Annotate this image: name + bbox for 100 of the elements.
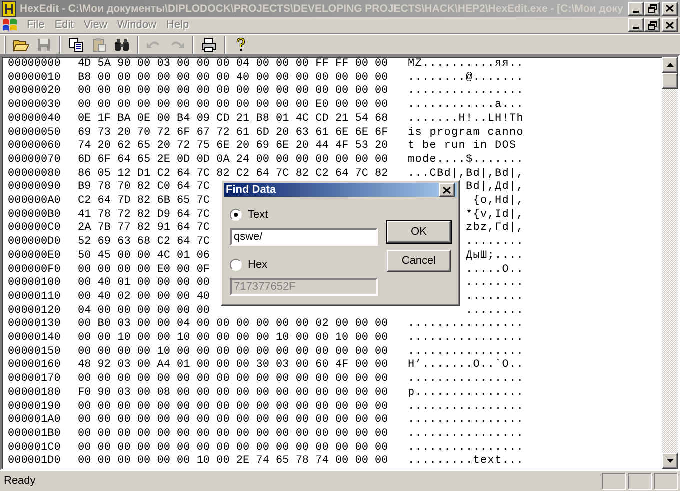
hex-bytes: 00 00 10 00 00 10 00 00 00 00 10 00 00 10 00 00 <box>78 332 388 344</box>
ascii-text: .......H!..LH!Th <box>408 112 524 125</box>
ascii-text: mode....$....... <box>408 154 524 166</box>
offset-label: 00000170 <box>8 373 62 387</box>
hex-bytes: 50 45 00 00 4C 01 06 <box>78 250 210 262</box>
up-arrow-icon <box>666 63 674 67</box>
close-button[interactable] <box>662 2 678 16</box>
hex-bytes: 00 00 00 00 00 00 00 00 00 00 00 00 00 00 00 00 <box>78 373 388 386</box>
minimize-button[interactable] <box>628 18 644 32</box>
offset-label: 00000150 <box>8 346 62 360</box>
search-field[interactable]: qswe/ <box>230 228 378 246</box>
ascii-text: ................ <box>408 346 524 358</box>
app-icon <box>2 0 16 16</box>
offset-label: 00000010 <box>8 72 62 86</box>
close-icon <box>666 22 674 28</box>
hex-bytes: F0 90 03 00 08 00 00 00 00 00 00 00 00 00 00 00 <box>78 386 388 399</box>
restore-button[interactable] <box>644 18 660 32</box>
ascii-text: ................ <box>408 414 524 426</box>
hex-bytes: 2A 7B 77 82 91 64 7C <box>78 222 210 234</box>
ascii-text: ................ <box>408 400 524 413</box>
menu-item[interactable]: Window <box>112 19 162 31</box>
restore-button[interactable] <box>644 2 660 16</box>
ascii-text: MZ..........яя.. <box>408 58 524 70</box>
hex-bytes: 52 69 63 68 C2 64 7C <box>78 236 210 248</box>
close-button[interactable] <box>662 18 678 32</box>
ascii-text: ........ <box>466 277 524 290</box>
radio-button[interactable] <box>230 209 242 221</box>
ascii-text: *{v,Id|, <box>466 208 524 221</box>
hex-bytes: B8 00 00 00 00 00 00 00 40 00 00 00 00 00 00 00 <box>78 72 388 84</box>
hex-bytes: 0E 1F BA 0E 00 B4 09 CD 21 B8 01 4C CD 21 54 68 <box>78 112 388 125</box>
status-panel <box>602 472 626 490</box>
menu-item[interactable]: Edit <box>50 19 79 31</box>
offset-label: 00000040 <box>8 112 62 127</box>
ascii-text: ................ <box>408 442 524 454</box>
offset-label: 00000070 <box>8 154 62 168</box>
copy-icon <box>68 36 84 52</box>
ascii-text: p............... <box>408 386 524 399</box>
offset-label: 000001A0 <box>8 414 62 428</box>
hex-bytes: 48 92 03 00 A4 01 00 00 00 30 03 00 60 4F 00 00 <box>78 359 388 372</box>
ascii-text: ...CBd|,Bd|,Bd|, <box>408 168 524 180</box>
offset-label: 00000080 <box>8 168 62 182</box>
ascii-text: .........text... <box>408 455 524 468</box>
ascii-text: ................ <box>408 373 524 386</box>
hex-bytes: 00 00 00 00 00 00 00 00 00 00 00 00 00 00 00 00 <box>78 400 388 413</box>
hex-bytes: 00 00 00 00 E0 00 0F <box>78 264 210 276</box>
ascii-text: ........@....... <box>408 72 524 84</box>
offset-label: 00000100 <box>8 277 62 291</box>
offset-label: 000001D0 <box>8 455 62 469</box>
ascii-text: ................ <box>408 318 524 330</box>
scroll-thumb[interactable] <box>662 73 678 89</box>
status-panel <box>654 472 678 490</box>
ascii-text: zbz,Гd|, <box>466 222 524 234</box>
hex-bytes: 00 40 02 00 00 00 40 <box>78 290 210 303</box>
menu-item[interactable]: File <box>22 19 50 31</box>
restore-icon <box>648 20 656 30</box>
ascii-text: .....O.. <box>466 264 524 276</box>
hex-bytes: 04 00 00 00 00 00 00 <box>78 304 210 317</box>
hex-bytes: 6D 6F 64 65 2E 0D 0D 0A 24 00 00 00 00 00 00 00 <box>78 154 388 166</box>
down-arrow-icon <box>666 459 674 463</box>
status-text: Ready <box>3 475 37 487</box>
scrollbar[interactable] <box>662 57 678 469</box>
ascii-text: ............а... <box>408 99 524 112</box>
offset-label: 00000060 <box>8 140 62 154</box>
scroll-down-button[interactable] <box>662 453 678 469</box>
dialog-title: Find Data <box>226 184 276 196</box>
hex-bytes: 41 78 72 82 D9 64 7C <box>78 208 210 221</box>
dialog-button[interactable]: OK <box>387 221 451 243</box>
hex-bytes: 69 73 20 70 72 6F 67 72 61 6D 20 63 61 6E 6E 6F <box>78 126 388 139</box>
restore-icon <box>648 4 656 13</box>
menu-item[interactable]: View <box>78 19 112 31</box>
radio-label[interactable]: Text <box>248 209 268 221</box>
hex-bytes: 00 B0 03 00 00 04 00 00 00 00 00 00 02 00 00 00 <box>78 318 388 330</box>
ascii-text: ........ <box>466 304 524 317</box>
close-icon <box>666 5 674 12</box>
minimize-icon <box>633 27 639 29</box>
scroll-up-button[interactable] <box>662 57 678 73</box>
ascii-text: ................ <box>408 428 524 440</box>
hex-bytes: 00 00 00 00 00 00 00 00 00 00 00 00 00 00 00 00 <box>78 414 388 426</box>
close-button[interactable] <box>439 183 455 197</box>
offset-label: 00000020 <box>8 85 62 100</box>
ascii-text: ........ <box>466 290 524 303</box>
offset-label: 00000130 <box>8 318 62 332</box>
clipboard-icon <box>91 36 107 52</box>
hex-bytes: 86 05 12 D1 C2 64 7C 82 C2 64 7C 82 C2 64 7C 82 <box>78 168 388 180</box>
offset-label: 000000C0 <box>8 222 62 236</box>
hex-bytes: 4D 5A 90 00 03 00 00 00 04 00 00 00 FF FF 00 00 <box>78 58 388 70</box>
window-icon[interactable] <box>2 18 18 32</box>
offset-label: 00000190 <box>8 400 62 414</box>
dialog-button[interactable]: Cancel <box>387 250 451 272</box>
menu-item[interactable]: Help <box>161 19 194 31</box>
offset-label: 00000110 <box>8 290 62 305</box>
binoculars-icon <box>114 36 130 52</box>
minimize-button[interactable] <box>628 2 644 16</box>
close-icon <box>443 186 451 194</box>
offset-label: 00000050 <box>8 126 62 140</box>
ascii-text: ................ <box>408 85 524 98</box>
ascii-text: H’.......O..`O.. <box>408 359 524 372</box>
hex-bytes: B9 78 70 82 C0 64 7C <box>78 181 210 194</box>
printer-icon <box>201 36 217 52</box>
offset-label: 00000030 <box>8 99 62 113</box>
